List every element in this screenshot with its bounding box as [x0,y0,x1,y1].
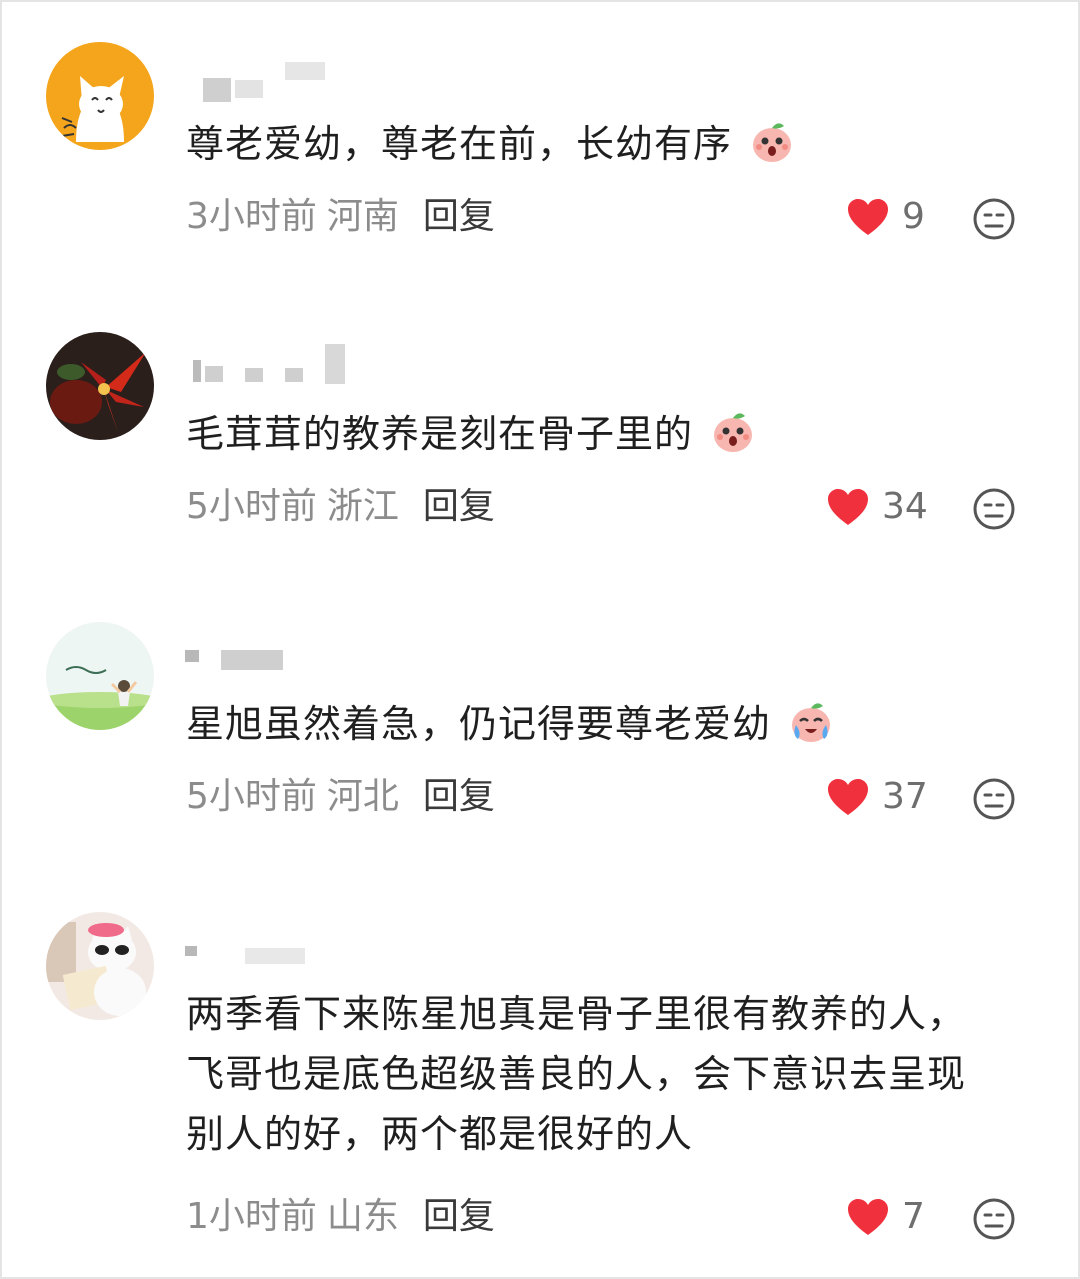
white-cat-avatar [46,912,154,1020]
reply-button[interactable]: 回复 [423,776,495,817]
comment-item: 两季看下来陈星旭真是骨子里很有教养的人， 飞哥也是底色超级善良的人，会下意识去呈… [0,870,1080,1279]
neutral-face-icon[interactable] [972,1197,1016,1241]
like-count: 9 [902,196,925,237]
heart-icon [828,489,868,525]
comment-location: 河南 [326,196,399,237]
comment-item: 尊老爱幼，尊老在前，长幼有序 3小时前 河南 回复 9 [0,0,1080,290]
like-button[interactable]: 7 [846,1192,925,1242]
red-flower-avatar [46,332,154,440]
comment-time: 3小时前 [186,196,317,237]
user-avatar[interactable] [46,42,154,150]
username-masked[interactable] [185,932,345,972]
reply-button[interactable]: 回复 [423,1196,495,1237]
peach-shocked-emoji [753,123,792,162]
peach-crying-emoji [792,703,831,742]
comment-meta: 3小时前 河南 回复 [186,192,495,242]
like-count: 37 [882,776,928,817]
comment-text-content: 尊老爱幼，尊老在前，长幼有序 [186,122,733,166]
user-avatar[interactable] [46,912,154,1020]
reply-button[interactable]: 回复 [423,196,495,237]
user-avatar[interactable] [46,332,154,440]
reply-button[interactable]: 回复 [423,486,495,527]
comment-text: 毛茸茸的教养是刻在骨子里的 [186,404,756,464]
heart-icon [848,1199,888,1235]
neutral-face-icon[interactable] [972,777,1016,821]
comment-text: 尊老爱幼，尊老在前，长幼有序 [186,114,795,174]
comment-text: 星旭虽然着急，仍记得要尊老爱幼 [186,694,834,754]
comment-time: 5小时前 [186,486,317,527]
like-count: 7 [902,1196,925,1237]
comment-text: 两季看下来陈星旭真是骨子里很有教养的人， 飞哥也是底色超级善良的人，会下意识去呈… [186,984,966,1164]
meadow-avatar [46,622,154,730]
comment-meta: 5小时前 河北 回复 [186,772,495,822]
comment-location: 浙江 [326,486,399,527]
comment-text-line: 飞哥也是底色超级善良的人，会下意识去呈现 [186,1052,967,1096]
comment-text-line: 别人的好，两个都是很好的人 [186,1112,694,1156]
username-masked[interactable] [185,342,345,384]
comment-location: 河北 [326,776,399,817]
comment-item: 星旭虽然着急，仍记得要尊老爱幼 5小时前 河北 回复 37 [0,580,1080,870]
username-masked[interactable] [185,62,345,102]
user-avatar[interactable] [46,622,154,730]
like-button[interactable]: 37 [826,772,928,822]
peach-shocked-emoji [714,413,753,452]
like-count: 34 [882,486,928,527]
comment-time: 5小时前 [186,776,317,817]
like-button[interactable]: 9 [846,192,925,242]
comment-text-content: 星旭虽然着急，仍记得要尊老爱幼 [186,702,772,746]
comment-text-line: 两季看下来陈星旭真是骨子里很有教养的人， [186,992,967,1036]
like-button[interactable]: 34 [826,482,928,532]
comment-item: 毛茸茸的教养是刻在骨子里的 5小时前 浙江 回复 34 [0,290,1080,580]
neutral-face-icon[interactable] [972,487,1016,531]
comment-meta: 5小时前 浙江 回复 [186,482,495,532]
cat-avatar [46,42,154,150]
heart-icon [848,199,888,235]
comment-time: 1小时前 [186,1196,317,1237]
heart-icon [828,779,868,815]
comment-location: 山东 [326,1196,399,1237]
comment-text-content: 毛茸茸的教养是刻在骨子里的 [186,412,694,456]
username-masked[interactable] [185,642,345,682]
comment-meta: 1小时前 山东 回复 [186,1192,495,1242]
neutral-face-icon[interactable] [972,197,1016,241]
